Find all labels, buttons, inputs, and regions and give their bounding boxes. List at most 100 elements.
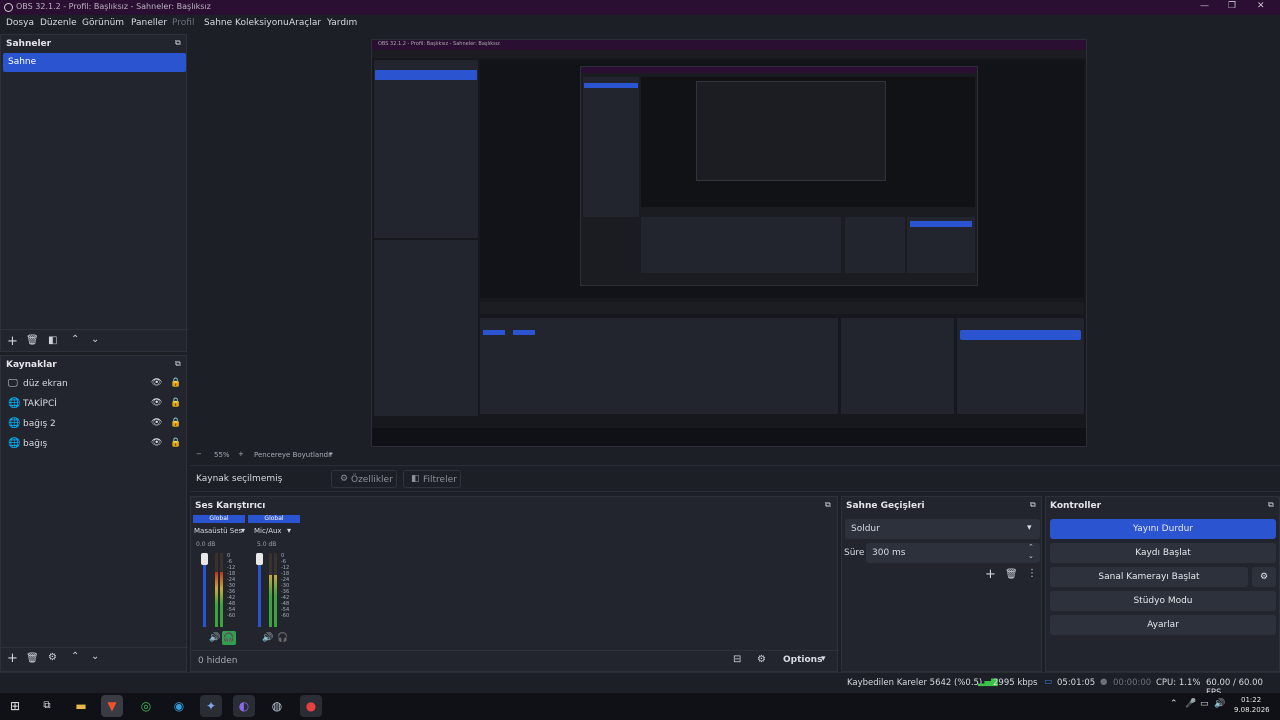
brave-browser-icon[interactable]: ▼	[101, 695, 123, 717]
minimize-button[interactable]: —	[1200, 1, 1209, 11]
advanced-audio-icon[interactable]: ⚙	[757, 654, 766, 665]
dock-float-icon[interactable]: ⧉	[825, 500, 831, 510]
chevron-down-icon[interactable]: ▾	[821, 654, 826, 664]
lock-icon[interactable]: 🔒	[170, 398, 181, 408]
mixer-layout-icon[interactable]: ⊟	[733, 654, 741, 665]
studio-mode-button[interactable]: Stüdyo Modu	[1050, 591, 1276, 611]
add-source-icon[interactable]: +	[7, 651, 18, 666]
speaker-icon[interactable]: 🔊	[209, 633, 220, 643]
fit-mode-select[interactable]: Pencereye Boyutlandır	[254, 451, 333, 459]
move-down-icon[interactable]: ⌄	[91, 651, 99, 662]
discord-icon[interactable]: ◐	[233, 695, 255, 717]
transition-select[interactable]: Soldur ▾	[845, 519, 1040, 539]
channel-name[interactable]: Masaüstü Ses	[194, 527, 242, 535]
source-row[interactable]: 🌐 TAKİPCİ 👁 🔒	[1, 395, 188, 415]
mic-icon[interactable]: 🎤	[1185, 699, 1196, 709]
lock-icon[interactable]: 🔒	[170, 418, 181, 428]
volume-icon[interactable]: 🔊	[1214, 699, 1225, 709]
volume-slider-handle[interactable]	[201, 553, 208, 565]
menu-docks[interactable]: Paneller	[131, 18, 167, 28]
menu-scene-collection[interactable]: Sahne Koleksiyonu	[204, 18, 289, 28]
maximize-button[interactable]: ❐	[1228, 1, 1236, 11]
record-icon: ●	[1100, 677, 1108, 687]
source-row[interactable]: 🌐 bağış 👁 🔒	[1, 435, 188, 455]
add-transition-icon[interactable]: +	[985, 567, 996, 582]
close-button[interactable]: ✕	[1257, 1, 1265, 11]
network-icon[interactable]: ▭	[1200, 699, 1209, 709]
spin-up-icon[interactable]: ⌃	[1028, 543, 1034, 551]
whatsapp-icon[interactable]: ◎	[135, 695, 157, 717]
source-row[interactable]: 🖵 düz ekran 👁 🔒	[1, 375, 188, 395]
dock-float-icon[interactable]: ⧉	[175, 38, 181, 48]
scene-item[interactable]: Sahne	[3, 53, 186, 72]
chevron-down-icon[interactable]: ▾	[241, 526, 245, 535]
clock-date[interactable]: 9.08.2026	[1234, 706, 1270, 714]
move-up-icon[interactable]: ⌃	[71, 651, 79, 662]
no-source-label: Kaynak seçilmemiş	[196, 474, 283, 484]
network-app-icon[interactable]: ✦	[200, 695, 222, 717]
headphones-icon[interactable]: 🎧	[277, 633, 288, 643]
start-record-button[interactable]: Kaydı Başlat	[1050, 543, 1276, 563]
menu-file[interactable]: Dosya	[6, 18, 34, 28]
zoom-out-button[interactable]: −	[196, 450, 202, 458]
channel-global-label: Global	[248, 515, 300, 523]
move-down-icon[interactable]: ⌄	[91, 334, 99, 345]
dock-float-icon[interactable]: ⧉	[1030, 500, 1036, 510]
controls-dock: Kontroller ⧉ Yayını Durdur Kaydı Başlat …	[1045, 496, 1280, 672]
menu-help[interactable]: Yardım	[327, 18, 357, 28]
stop-stream-button[interactable]: Yayını Durdur	[1050, 519, 1276, 539]
transition-selected: Soldur	[851, 524, 880, 534]
chevron-down-icon[interactable]: ▾	[287, 526, 291, 535]
clock-time[interactable]: 01:22	[1241, 696, 1261, 704]
headphones-icon[interactable]: 🎧	[222, 631, 236, 645]
menu-edit[interactable]: Düzenle	[40, 18, 77, 28]
capture-propsbar	[480, 302, 1084, 314]
capture-mixer	[480, 318, 838, 414]
preview-area[interactable]: OBS 32.1.2 - Profil: Başlıksız - Sahnele…	[190, 34, 1280, 448]
speaker-icon[interactable]: 🔊	[262, 633, 273, 643]
add-scene-icon[interactable]: +	[7, 334, 18, 349]
scene-filters-icon[interactable]: ◧	[48, 335, 57, 346]
zoom-in-button[interactable]: +	[238, 450, 244, 458]
gear-icon[interactable]: ⚙	[1252, 567, 1276, 587]
dock-float-icon[interactable]: ⧉	[1268, 500, 1274, 510]
remove-transition-icon[interactable]: 🗑	[1005, 569, 1018, 580]
task-view-icon[interactable]: ⧉	[36, 695, 58, 717]
obs-taskbar-icon[interactable]: ●	[300, 695, 322, 717]
filters-button[interactable]: ◧ Filtreler	[403, 470, 461, 488]
lock-icon[interactable]: 🔒	[170, 438, 181, 448]
lock-icon[interactable]: 🔒	[170, 378, 181, 388]
channel-name[interactable]: Mic/Aux	[254, 527, 282, 535]
properties-button[interactable]: ⚙ Özellikler	[331, 470, 397, 488]
chevron-down-icon[interactable]: ▾	[329, 450, 333, 458]
options-button[interactable]: Options	[783, 655, 822, 665]
window-title: OBS 32.1.2 - Profil: Başlıksız - Sahnele…	[16, 2, 211, 11]
zoom-level: 55%	[214, 451, 230, 459]
steam-icon[interactable]: ◍	[266, 695, 288, 717]
more-options-icon[interactable]: ⋮	[1027, 568, 1037, 579]
remove-scene-icon[interactable]: 🗑	[26, 335, 39, 346]
move-up-icon[interactable]: ⌃	[71, 334, 79, 345]
duration-input[interactable]: 300 ms ⌃ ⌄	[866, 543, 1040, 563]
menu-tools[interactable]: Araçlar	[289, 18, 321, 28]
dock-float-icon[interactable]: ⧉	[175, 359, 181, 369]
eye-icon[interactable]: 👁	[151, 398, 162, 408]
eye-icon[interactable]: 👁	[151, 378, 162, 388]
eye-icon[interactable]: 👁	[151, 418, 162, 428]
source-settings-icon[interactable]: ⚙	[48, 652, 57, 663]
eye-icon[interactable]: 👁	[151, 438, 162, 448]
source-row[interactable]: 🌐 bağış 2 👁 🔒	[1, 415, 188, 435]
tray-chevron-icon[interactable]: ⌃	[1170, 699, 1178, 709]
file-explorer-icon[interactable]: ▬	[70, 695, 92, 717]
virtual-cam-button[interactable]: Sanal Kamerayı Başlat	[1050, 567, 1248, 587]
menu-profile[interactable]: Profil	[172, 18, 194, 28]
remove-source-icon[interactable]: 🗑	[26, 653, 39, 664]
volume-slider-handle[interactable]	[256, 553, 263, 565]
spin-down-icon[interactable]: ⌄	[1028, 552, 1034, 560]
capture-transitions	[841, 318, 954, 414]
start-icon[interactable]: ⊞	[4, 695, 26, 717]
settings-button[interactable]: Ayarlar	[1050, 615, 1276, 635]
capture-titlebar: OBS 32.1.2 - Profil: Başlıksız - Sahnele…	[372, 40, 1086, 50]
menu-view[interactable]: Görünüm	[82, 18, 124, 28]
edge-icon[interactable]: ◉	[168, 695, 190, 717]
